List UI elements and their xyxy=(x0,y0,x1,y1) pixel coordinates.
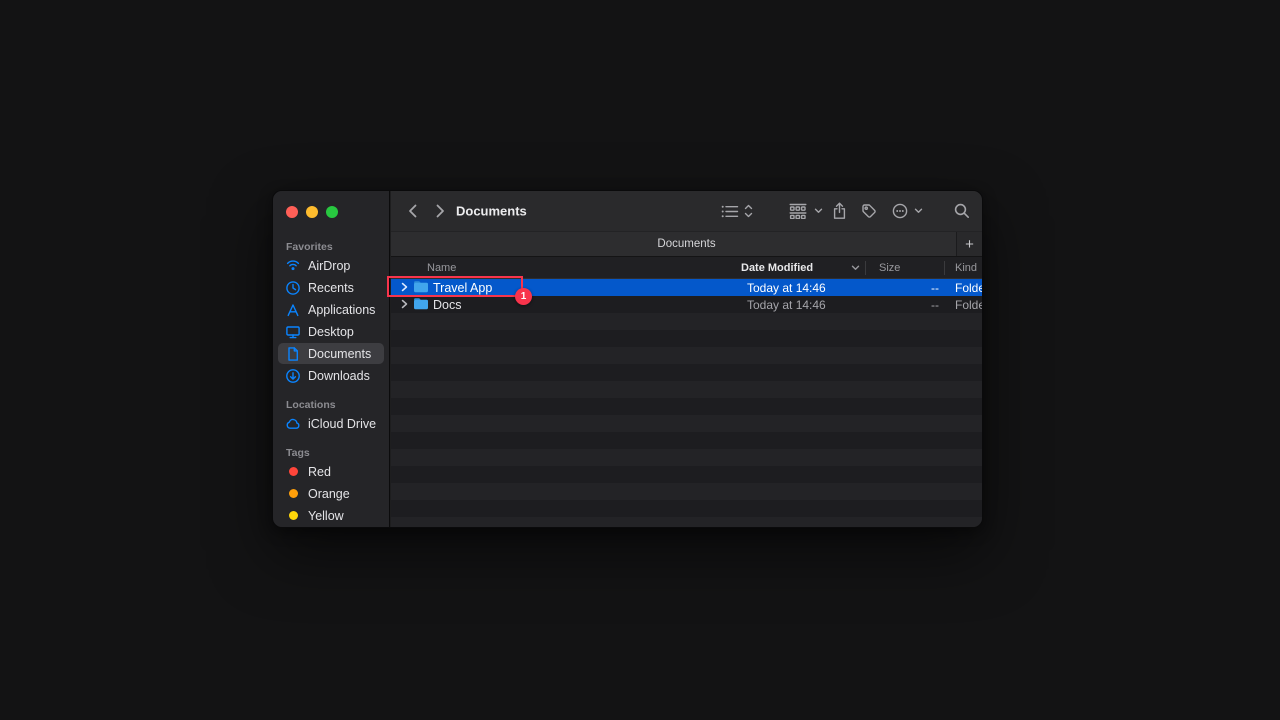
share-icon xyxy=(832,202,847,220)
column-header-name[interactable]: Name xyxy=(427,262,456,274)
file-date-modified: Today at 14:46 xyxy=(747,298,826,312)
column-header-size[interactable]: Size xyxy=(879,262,900,274)
sidebar-item-label: Desktop xyxy=(308,325,354,339)
sidebar-section-favorites-label: Favorites xyxy=(286,241,376,253)
file-date-modified: Today at 14:46 xyxy=(747,281,826,295)
forward-button[interactable] xyxy=(435,203,446,219)
sidebar-item-tag-yellow[interactable]: Yellow xyxy=(278,505,384,526)
sidebar-item-tag-red[interactable]: Red xyxy=(278,461,384,482)
sort-chevron-down-icon[interactable] xyxy=(851,262,860,274)
airdrop-icon xyxy=(285,258,301,274)
file-size: -- xyxy=(851,298,939,312)
column-header-date-modified[interactable]: Date Modified xyxy=(741,262,813,274)
finder-content: Documents Documents xyxy=(391,191,982,527)
zoom-window-button[interactable] xyxy=(326,206,338,218)
finder-window: Favorites AirDrop Recents Applications D… xyxy=(272,190,983,528)
annotation-step-badge: 1 xyxy=(515,288,532,305)
sidebar-item-applications[interactable]: Applications xyxy=(278,299,384,320)
search-button[interactable] xyxy=(954,203,970,219)
sidebar-section-tags-label: Tags xyxy=(286,447,376,459)
downloads-icon xyxy=(285,368,301,384)
cloud-icon xyxy=(285,416,301,432)
toolbar-title: Documents xyxy=(456,204,527,219)
file-kind: Folder xyxy=(955,281,983,295)
desktop-background: Favorites AirDrop Recents Applications D… xyxy=(0,0,1280,720)
annotation-highlight-rect xyxy=(387,276,523,297)
share-button[interactable] xyxy=(832,202,847,220)
sidebar-item-label: Documents xyxy=(308,347,371,361)
sidebar-item-icloud-drive[interactable]: iCloud Drive xyxy=(278,413,384,434)
sidebar-item-label: Applications xyxy=(308,303,375,317)
column-divider[interactable] xyxy=(865,261,866,275)
red-tag-dot xyxy=(289,467,298,476)
sidebar-item-tag-orange[interactable]: Orange xyxy=(278,483,384,504)
list-view-button[interactable] xyxy=(721,204,753,219)
clock-icon xyxy=(285,280,301,296)
chevron-down-icon xyxy=(814,208,823,214)
new-tab-button[interactable]: + xyxy=(956,232,982,256)
file-kind: Folder xyxy=(955,298,983,312)
sidebar-item-label: iCloud Drive xyxy=(308,417,376,431)
sidebar-item-label: Red xyxy=(308,465,331,479)
window-controls xyxy=(273,191,389,218)
group-by-icon xyxy=(789,203,807,219)
file-row-docs[interactable]: Docs Today at 14:46 -- Folder xyxy=(391,296,982,313)
column-header-kind[interactable]: Kind xyxy=(955,262,977,274)
tab-documents[interactable]: Documents xyxy=(657,238,715,250)
close-window-button[interactable] xyxy=(286,206,298,218)
tab-bar: Documents + xyxy=(391,231,982,257)
orange-tag-dot xyxy=(289,489,298,498)
sidebar-item-label: Downloads xyxy=(308,369,370,383)
chevron-down-icon xyxy=(914,208,923,214)
sidebar-item-downloads[interactable]: Downloads xyxy=(278,365,384,386)
sidebar-item-label: AirDrop xyxy=(308,259,350,273)
document-icon xyxy=(285,346,301,362)
applications-icon xyxy=(285,302,301,318)
more-actions-button[interactable] xyxy=(892,203,923,219)
sidebar-item-label: Yellow xyxy=(308,509,344,523)
minimize-window-button[interactable] xyxy=(306,206,318,218)
sidebar: Favorites AirDrop Recents Applications D… xyxy=(273,191,390,527)
sidebar-item-tag-green[interactable]: Green xyxy=(278,527,384,528)
file-name: Docs xyxy=(433,298,461,312)
sidebar-item-airdrop[interactable]: AirDrop xyxy=(278,255,384,276)
toolbar: Documents xyxy=(391,191,982,231)
file-size: -- xyxy=(851,281,939,295)
search-icon xyxy=(954,203,970,219)
sidebar-item-recents[interactable]: Recents xyxy=(278,277,384,298)
sidebar-item-documents[interactable]: Documents xyxy=(278,343,384,364)
file-list: Travel App Today at 14:46 -- Folder Docs… xyxy=(391,279,982,527)
sidebar-item-desktop[interactable]: Desktop xyxy=(278,321,384,342)
back-button[interactable] xyxy=(407,203,418,219)
column-divider[interactable] xyxy=(944,261,945,275)
sidebar-item-label: Orange xyxy=(308,487,350,501)
tag-icon xyxy=(861,203,877,219)
more-actions-icon xyxy=(892,203,908,219)
sidebar-section-locations-label: Locations xyxy=(286,399,376,411)
yellow-tag-dot xyxy=(289,511,298,520)
group-by-button[interactable] xyxy=(789,203,823,219)
view-sort-chevrons-icon xyxy=(744,204,753,219)
folder-icon xyxy=(413,297,429,313)
sidebar-item-label: Recents xyxy=(308,281,354,295)
tag-button[interactable] xyxy=(861,203,877,219)
desktop-icon xyxy=(285,324,301,340)
disclosure-chevron-icon[interactable] xyxy=(401,298,408,312)
